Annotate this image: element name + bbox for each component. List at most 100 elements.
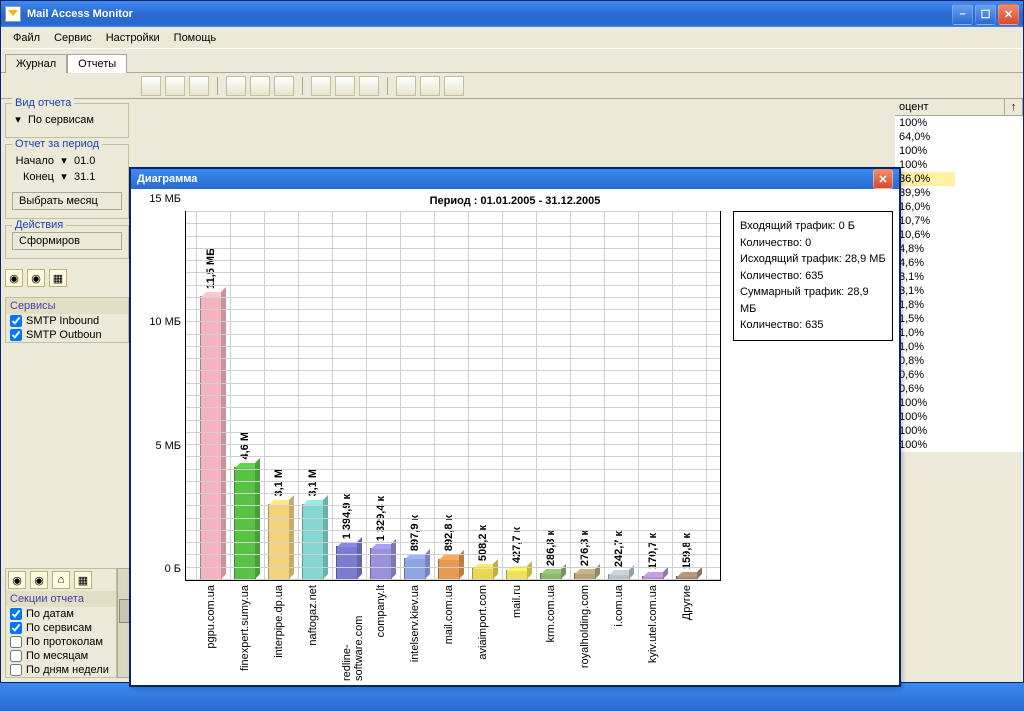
pick-month-button[interactable]: Выбрать месяц xyxy=(12,192,122,210)
app-title: Mail Access Monitor xyxy=(27,8,952,20)
table-row[interactable]: 36,0% xyxy=(895,172,1023,186)
app-icon xyxy=(5,6,21,22)
toolbar-icon[interactable] xyxy=(335,76,355,96)
chart-bar: 4,6 М xyxy=(234,467,256,580)
svc-outbound-checkbox[interactable] xyxy=(10,329,22,341)
view-value[interactable]: По сервисам xyxy=(28,114,94,126)
toolbar-icon[interactable] xyxy=(311,76,331,96)
toolbar-icon[interactable] xyxy=(250,76,270,96)
content-area: Вид отчета ▾ По сервисам Отчет за период… xyxy=(1,73,1023,682)
menu-help[interactable]: Помощь xyxy=(168,30,223,46)
x-tick-label: pgpu.com.ua xyxy=(205,585,217,649)
maximize-button[interactable]: ☐ xyxy=(975,4,996,25)
table-row[interactable]: 16,0% xyxy=(895,200,1023,214)
percent-cell: 39,9% xyxy=(895,186,955,200)
chart-stats: Входящий трафик: 0 Б Количество: 0 Исход… xyxy=(733,211,893,341)
toolbar-icon[interactable] xyxy=(444,76,464,96)
percent-cell-empty xyxy=(955,284,1023,298)
toolbar-icon[interactable] xyxy=(189,76,209,96)
end-label: Конец xyxy=(12,171,54,183)
menu-service[interactable]: Сервис xyxy=(48,30,98,46)
percent-cell-empty xyxy=(955,424,1023,438)
table-row[interactable]: 1,5% xyxy=(895,312,1023,326)
sec-weekdays-checkbox[interactable] xyxy=(10,664,22,676)
percent-cell-empty xyxy=(955,410,1023,424)
table-row[interactable]: 3,1% xyxy=(895,284,1023,298)
table-row[interactable]: 100% xyxy=(895,396,1023,410)
toolbar-icon[interactable] xyxy=(396,76,416,96)
percent-cell-empty xyxy=(955,242,1023,256)
table-row[interactable]: 39,9% xyxy=(895,186,1023,200)
percent-cell: 4,8% xyxy=(895,242,955,256)
sec-services-checkbox[interactable] xyxy=(10,622,22,634)
dropdown-icon[interactable]: ▾ xyxy=(58,170,70,183)
sort-indicator[interactable]: ↑ xyxy=(1005,99,1023,115)
table-row[interactable]: 0,6% xyxy=(895,382,1023,396)
sec-months-checkbox[interactable] xyxy=(10,650,22,662)
generate-button[interactable]: Сформиров xyxy=(12,232,122,250)
percent-cell: 3,1% xyxy=(895,270,955,284)
dropdown-icon[interactable]: ▾ xyxy=(58,154,70,167)
tabs-row: Журнал Отчеты xyxy=(1,49,1023,73)
menu-settings[interactable]: Настройки xyxy=(100,30,166,46)
end-value[interactable]: 31.1 xyxy=(74,171,95,183)
table-row[interactable]: 0,8% xyxy=(895,354,1023,368)
percent-cell: 0,6% xyxy=(895,382,955,396)
home-icon[interactable]: ⌂ xyxy=(52,571,70,589)
grid-icon[interactable]: ▦ xyxy=(49,269,67,287)
menu-file[interactable]: Файл xyxy=(7,30,46,46)
table-row[interactable]: 3,1% xyxy=(895,270,1023,284)
table-row[interactable]: 1,8% xyxy=(895,298,1023,312)
circle-icon[interactable]: ◉ xyxy=(30,571,48,589)
table-row[interactable]: 4,6% xyxy=(895,256,1023,270)
toolbar-icon[interactable] xyxy=(141,76,161,96)
minimize-button[interactable]: – xyxy=(952,4,973,25)
table-row[interactable]: 100% xyxy=(895,116,1023,130)
close-button[interactable]: ✕ xyxy=(998,4,1019,25)
actions-group-title: Действия xyxy=(12,219,66,231)
circle-icon[interactable]: ◉ xyxy=(5,269,23,287)
grid-icon[interactable]: ▦ xyxy=(74,571,92,589)
start-value[interactable]: 01.0 xyxy=(74,155,95,167)
circle-icon[interactable]: ◉ xyxy=(8,571,26,589)
svc-outbound-label: SMTP Outboun xyxy=(26,329,102,341)
table-row[interactable]: 100% xyxy=(895,410,1023,424)
tab-reports[interactable]: Отчеты xyxy=(67,54,127,73)
x-tick-label: kyiv.utel.com.ua xyxy=(647,585,659,663)
dropdown-icon[interactable]: ▾ xyxy=(12,113,24,126)
toolbar-icon[interactable] xyxy=(226,76,246,96)
chart-bar: 1 329,4 к xyxy=(370,548,392,580)
table-row[interactable]: 1,0% xyxy=(895,326,1023,340)
toolbar-icon[interactable] xyxy=(359,76,379,96)
sec-dates-checkbox[interactable] xyxy=(10,608,22,620)
table-row[interactable]: 100% xyxy=(895,438,1023,452)
table-row[interactable]: 64,0% xyxy=(895,130,1023,144)
table-row[interactable]: 1,0% xyxy=(895,340,1023,354)
toolbar-icon[interactable] xyxy=(420,76,440,96)
tab-journal[interactable]: Журнал xyxy=(5,54,67,73)
table-row[interactable]: 10,6% xyxy=(895,228,1023,242)
table-row[interactable]: 100% xyxy=(895,424,1023,438)
toolbar-icon[interactable] xyxy=(165,76,185,96)
x-tick-label: intelserv.kiev.ua xyxy=(409,585,421,662)
menubar: Файл Сервис Настройки Помощь xyxy=(1,27,1023,49)
dialog-body: Период : 01.01.2005 - 31.12.2005 0 Б5 МБ… xyxy=(131,189,899,687)
table-row[interactable]: 0,6% xyxy=(895,368,1023,382)
toolbar-separator xyxy=(302,77,303,95)
bar-value-label: 427,7 к xyxy=(511,527,523,563)
sec-protocols-checkbox[interactable] xyxy=(10,636,22,648)
percent-header-label[interactable]: оцент xyxy=(895,99,1005,115)
actions-groupbox: Действия Сформиров xyxy=(5,225,129,259)
table-row[interactable]: 4,8% xyxy=(895,242,1023,256)
dialog-close-button[interactable]: ✕ xyxy=(873,169,893,189)
start-label: Начало xyxy=(12,155,54,167)
circle-icon[interactable]: ◉ xyxy=(27,269,45,287)
svc-inbound-checkbox[interactable] xyxy=(10,315,22,327)
percent-cell: 16,0% xyxy=(895,200,955,214)
percent-cell: 0,6% xyxy=(895,368,955,382)
table-row[interactable]: 100% xyxy=(895,158,1023,172)
table-row[interactable]: 100% xyxy=(895,144,1023,158)
table-row[interactable]: 10,7% xyxy=(895,214,1023,228)
toolbar-icon[interactable] xyxy=(274,76,294,96)
toolbar-separator xyxy=(217,77,218,95)
